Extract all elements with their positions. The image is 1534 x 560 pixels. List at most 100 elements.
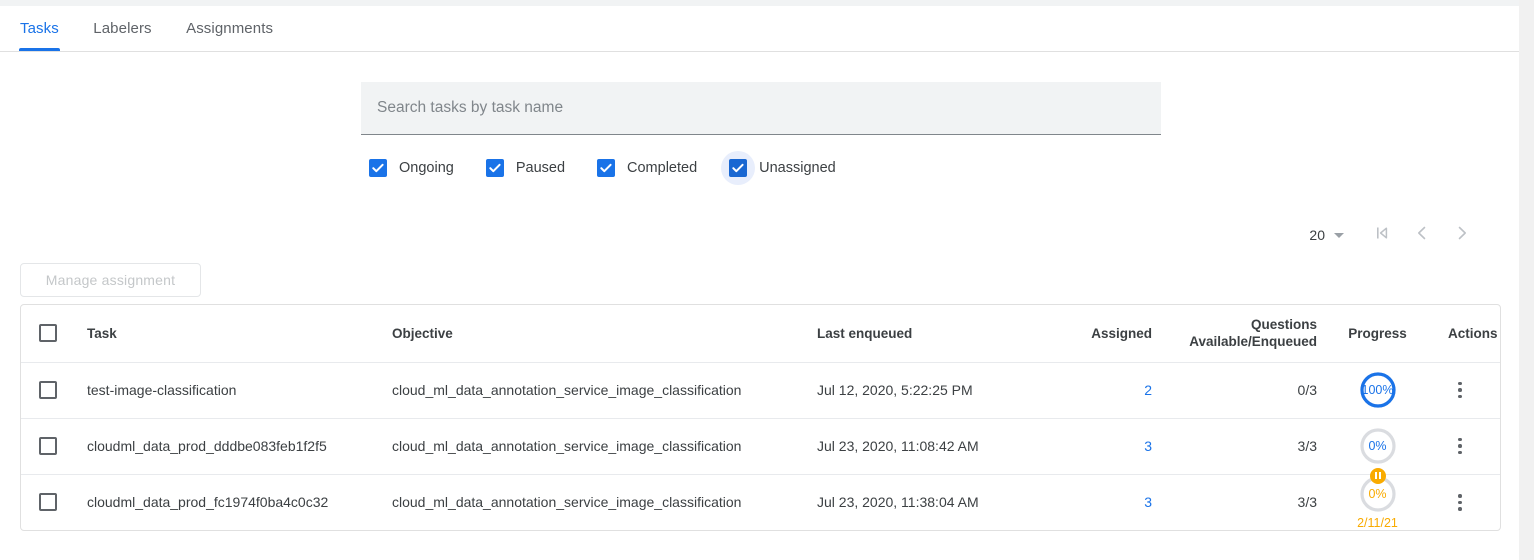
- tab-tasks[interactable]: Tasks: [20, 6, 59, 51]
- first-page-button[interactable]: [1362, 215, 1402, 255]
- filter-ongoing[interactable]: Ongoing: [361, 151, 454, 185]
- tab-bar: Tasks Labelers Assignments: [0, 6, 1519, 52]
- table-header-row: Task Objective Last enqueued Assigned Qu…: [21, 305, 1501, 362]
- header-task: Task: [87, 305, 392, 362]
- assigned-count-link[interactable]: 3: [1144, 494, 1152, 510]
- header-questions: Questions Available/Enqueued: [1152, 305, 1325, 362]
- page-size-value: 20: [1309, 227, 1325, 243]
- row-select-cell: [21, 362, 87, 418]
- progress-donut: 100%: [1359, 371, 1397, 409]
- tab-labelers[interactable]: Labelers: [93, 6, 151, 51]
- row-select-cell: [21, 418, 87, 474]
- row-checkbox[interactable]: [39, 493, 57, 511]
- header-questions-line1: Questions: [1152, 316, 1317, 333]
- row-task-name: cloudml_data_prod_fc1974f0ba4c0c32: [87, 474, 392, 530]
- next-page-button[interactable]: [1442, 215, 1482, 255]
- tasks-table-body: test-image-classification cloud_ml_data_…: [21, 362, 1501, 530]
- filter-unassigned-ripple: [721, 151, 755, 185]
- page-scrollbar-track[interactable]: [1519, 0, 1534, 560]
- row-last-enqueued: Jul 23, 2020, 11:38:04 AM: [817, 474, 1042, 530]
- row-assigned-cell: 2: [1042, 362, 1152, 418]
- row-objective: cloud_ml_data_annotation_service_image_c…: [392, 362, 817, 418]
- filter-unassigned[interactable]: Unassigned: [721, 151, 836, 185]
- row-progress-cell: 0% 2/11/21: [1325, 474, 1430, 530]
- header-actions: Actions: [1430, 305, 1501, 362]
- tab-assignments[interactable]: Assignments: [186, 6, 273, 51]
- header-assigned: Assigned: [1042, 305, 1152, 362]
- filter-ongoing-ripple: [361, 151, 395, 185]
- row-checkbox[interactable]: [39, 381, 57, 399]
- row-objective: cloud_ml_data_annotation_service_image_c…: [392, 474, 817, 530]
- tasks-table: Task Objective Last enqueued Assigned Qu…: [21, 305, 1501, 530]
- progress-indicator: 100%: [1325, 371, 1430, 409]
- tab-labelers-label: Labelers: [93, 20, 151, 37]
- header-objective: Objective: [392, 305, 817, 362]
- chevron-left-icon: [1412, 223, 1432, 248]
- table-row[interactable]: cloudml_data_prod_dddbe083feb1f2f5 cloud…: [21, 418, 1501, 474]
- more-options-icon[interactable]: [1448, 436, 1472, 456]
- header-progress: Progress: [1325, 305, 1430, 362]
- filter-paused-checkbox[interactable]: [486, 159, 504, 177]
- header-questions-line2: Available/Enqueued: [1152, 333, 1317, 350]
- page-body: Tasks Labelers Assignments Ongoing: [0, 6, 1519, 560]
- previous-page-button[interactable]: [1402, 215, 1442, 255]
- progress-value: 100%: [1362, 383, 1394, 397]
- chevron-down-icon: [1334, 233, 1344, 238]
- filter-unassigned-checkbox[interactable]: [729, 159, 747, 177]
- filter-unassigned-label: Unassigned: [759, 160, 836, 176]
- search-field[interactable]: [361, 82, 1161, 135]
- progress-donut: 0%: [1359, 427, 1397, 465]
- paginator: 20: [1309, 217, 1482, 253]
- page-size-selector[interactable]: 20: [1309, 227, 1344, 243]
- chevron-right-icon: [1452, 223, 1472, 248]
- progress-value: 0%: [1368, 439, 1386, 453]
- filter-completed-checkbox[interactable]: [597, 159, 615, 177]
- row-assigned-cell: 3: [1042, 474, 1152, 530]
- row-actions-cell: [1430, 362, 1501, 418]
- header-last-enqueued: Last enqueued: [817, 305, 1042, 362]
- filter-completed-ripple: [589, 151, 623, 185]
- row-actions-cell: [1430, 418, 1501, 474]
- table-row[interactable]: cloudml_data_prod_fc1974f0ba4c0c32 cloud…: [21, 474, 1501, 530]
- filter-completed[interactable]: Completed: [589, 151, 697, 185]
- filter-paused-ripple: [478, 151, 512, 185]
- row-progress-cell: 0%: [1325, 418, 1430, 474]
- filter-paused[interactable]: Paused: [478, 151, 565, 185]
- row-questions: 3/3: [1152, 418, 1325, 474]
- first-page-icon: [1372, 223, 1392, 248]
- filter-completed-label: Completed: [627, 160, 697, 176]
- more-options-icon[interactable]: [1448, 380, 1472, 400]
- tab-tasks-label: Tasks: [20, 20, 59, 37]
- progress-indicator: 0%: [1325, 427, 1430, 465]
- row-last-enqueued: Jul 23, 2020, 11:08:42 AM: [817, 418, 1042, 474]
- select-all-checkbox[interactable]: [39, 324, 57, 342]
- more-options-icon[interactable]: [1448, 493, 1472, 513]
- row-task-name: test-image-classification: [87, 362, 392, 418]
- tab-assignments-label: Assignments: [186, 20, 273, 37]
- progress-donut: 0%: [1359, 475, 1397, 513]
- row-questions: 3/3: [1152, 474, 1325, 530]
- tasks-table-card: Task Objective Last enqueued Assigned Qu…: [20, 304, 1501, 531]
- row-progress-cell: 100%: [1325, 362, 1430, 418]
- row-task-name: cloudml_data_prod_dddbe083feb1f2f5: [87, 418, 392, 474]
- row-assigned-cell: 3: [1042, 418, 1152, 474]
- filter-paused-label: Paused: [516, 160, 565, 176]
- row-checkbox[interactable]: [39, 437, 57, 455]
- row-select-cell: [21, 474, 87, 530]
- progress-value: 0%: [1368, 487, 1386, 501]
- pause-icon: [1370, 468, 1386, 484]
- assigned-count-link[interactable]: 2: [1144, 382, 1152, 398]
- search-input[interactable]: [375, 98, 1147, 118]
- assigned-count-link[interactable]: 3: [1144, 438, 1152, 454]
- search-area: [361, 82, 1161, 135]
- row-actions-cell: [1430, 474, 1501, 530]
- select-all-header-cell: [21, 305, 87, 362]
- table-row[interactable]: test-image-classification cloud_ml_data_…: [21, 362, 1501, 418]
- tasks-table-head: Task Objective Last enqueued Assigned Qu…: [21, 305, 1501, 362]
- progress-indicator: 0% 2/11/21: [1325, 475, 1430, 530]
- status-filter-group: Ongoing Paused Completed: [361, 151, 860, 185]
- filter-ongoing-checkbox[interactable]: [369, 159, 387, 177]
- manage-assignment-button[interactable]: Manage assignment: [20, 263, 201, 297]
- progress-due-date: 2/11/21: [1357, 516, 1398, 530]
- row-last-enqueued: Jul 12, 2020, 5:22:25 PM: [817, 362, 1042, 418]
